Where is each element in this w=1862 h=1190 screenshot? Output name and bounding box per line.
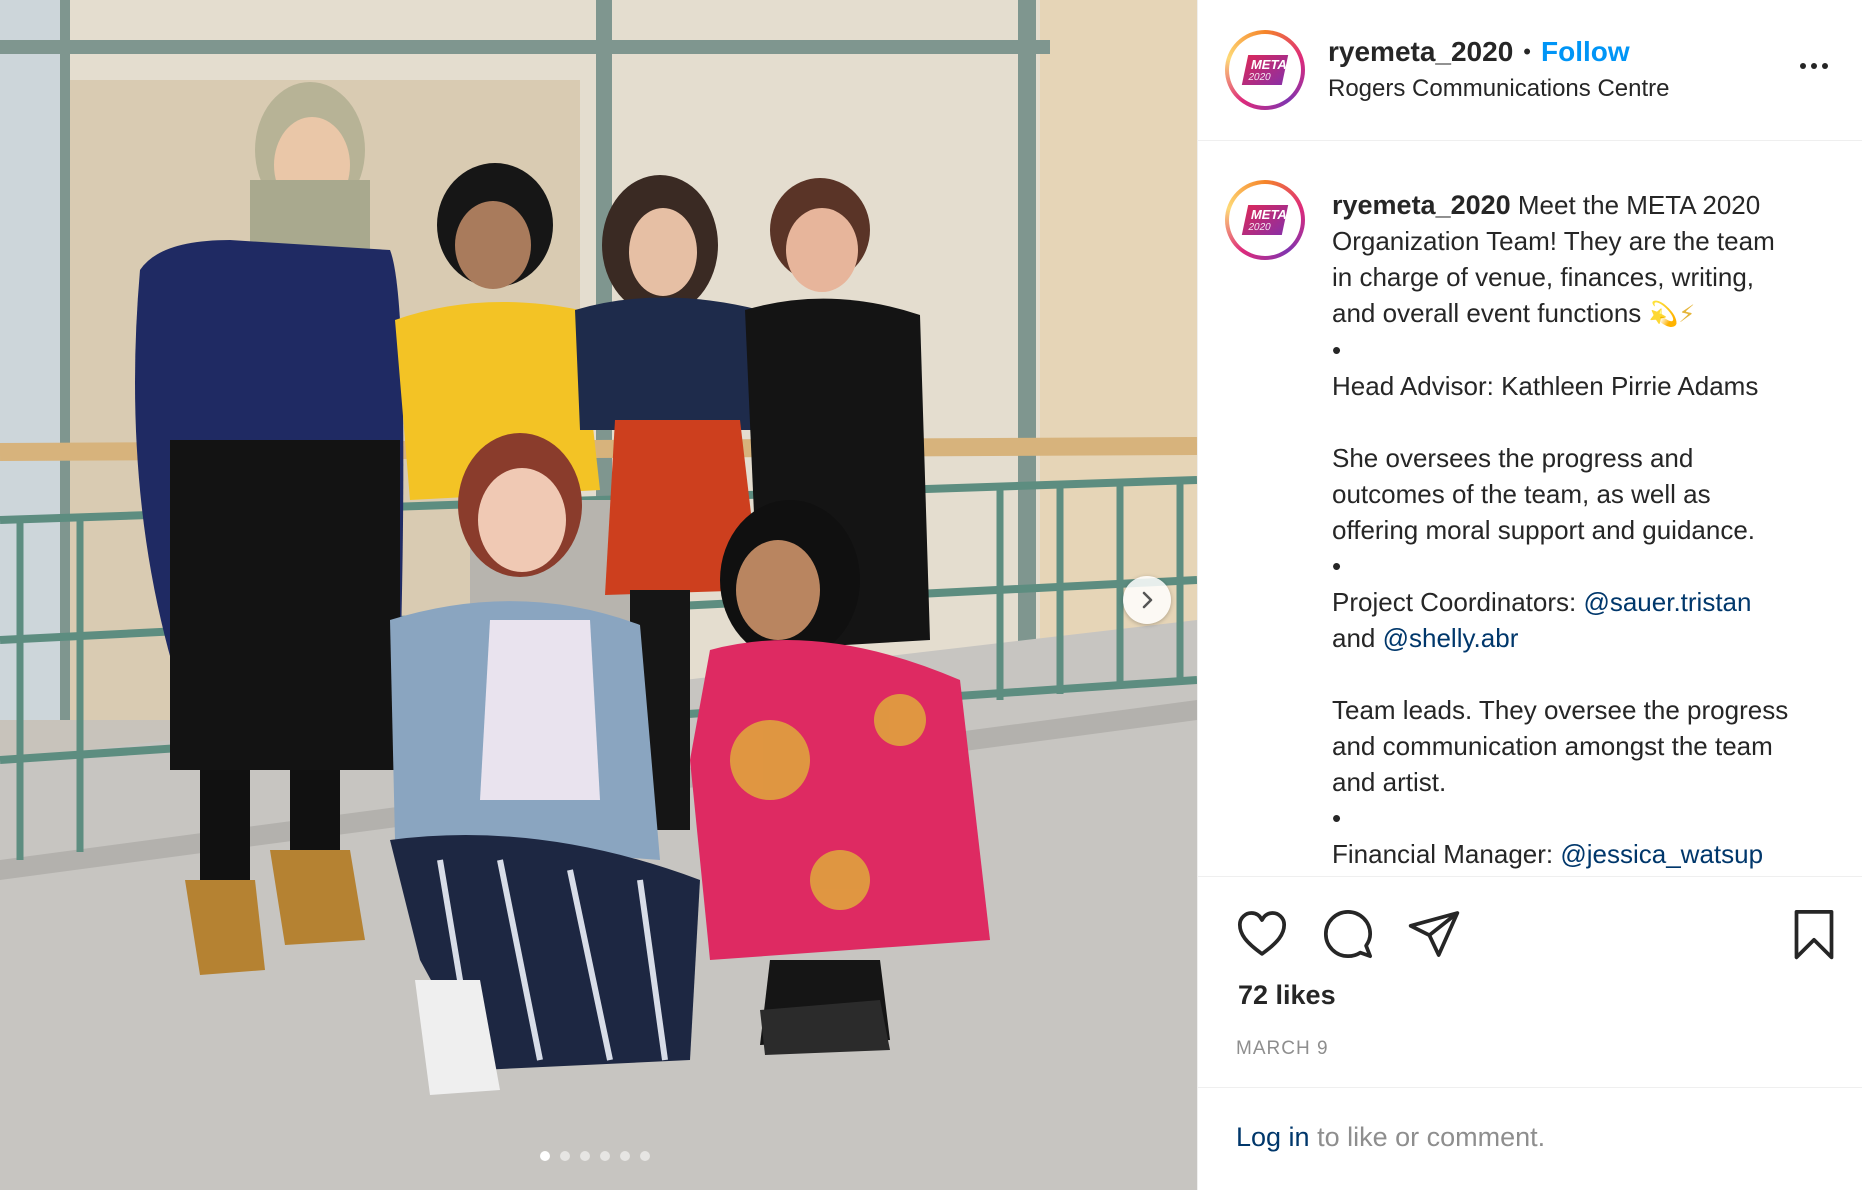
sparkle-emoji: 💫⚡ [1648, 300, 1696, 328]
post-header: META 2020 ryemeta_2020 • Follow Rogers C… [1198, 0, 1862, 141]
chevron-right-icon [1142, 591, 1153, 609]
save-button[interactable] [1786, 906, 1842, 962]
login-link[interactable]: Log in [1236, 1122, 1310, 1152]
caption-section: META 2020 ryemeta_2020 Meet the META 202… [1198, 142, 1862, 877]
more-options-icon[interactable] [1800, 56, 1836, 76]
carousel-dot[interactable] [580, 1151, 590, 1161]
carousel-dot[interactable] [640, 1151, 650, 1161]
mention-link[interactable]: @sauer.tristan [1583, 587, 1751, 617]
bookmark-icon [1794, 909, 1834, 960]
team-photo-image [0, 0, 1197, 1190]
caption-username-link[interactable]: ryemeta_2020 [1332, 190, 1511, 220]
share-icon [1408, 911, 1460, 957]
header-username-link[interactable]: ryemeta_2020 [1328, 36, 1513, 68]
post-side-panel: META 2020 ryemeta_2020 • Follow Rogers C… [1197, 0, 1862, 1190]
location-link[interactable]: Rogers Communications Centre [1328, 75, 1669, 103]
post-caption: ryemeta_2020 Meet the META 2020 Organiza… [1332, 190, 1789, 869]
mention-link[interactable]: @shelly.abr [1383, 623, 1519, 653]
login-prompt: Log in to like or comment. [1236, 1122, 1546, 1152]
meta-logo: META 2020 [1241, 205, 1289, 235]
post-photo [0, 0, 1197, 1190]
caption-avatar[interactable]: META 2020 [1225, 180, 1305, 260]
profile-avatar[interactable]: META 2020 [1225, 30, 1305, 110]
carousel-dot[interactable] [560, 1151, 570, 1161]
carousel-indicator [540, 1151, 650, 1161]
meta-logo: META 2020 [1241, 55, 1289, 85]
follow-button[interactable]: Follow [1541, 36, 1630, 68]
comment-icon [1323, 909, 1373, 959]
carousel-dot[interactable] [540, 1151, 550, 1161]
post-date: MARCH 9 [1236, 1038, 1329, 1059]
likes-count[interactable]: 72 likes [1238, 980, 1336, 1011]
carousel-next-button[interactable] [1123, 576, 1171, 624]
mention-link[interactable]: @jessica_watsup [1560, 839, 1763, 869]
share-button[interactable] [1406, 906, 1462, 962]
separator-dot: • [1523, 39, 1531, 64]
carousel-dot[interactable] [600, 1151, 610, 1161]
like-button[interactable] [1234, 906, 1290, 962]
carousel-dot[interactable] [620, 1151, 630, 1161]
comment-button[interactable] [1320, 906, 1376, 962]
heart-icon [1237, 911, 1287, 956]
post-actions: 72 likes MARCH 9 [1198, 878, 1862, 1088]
